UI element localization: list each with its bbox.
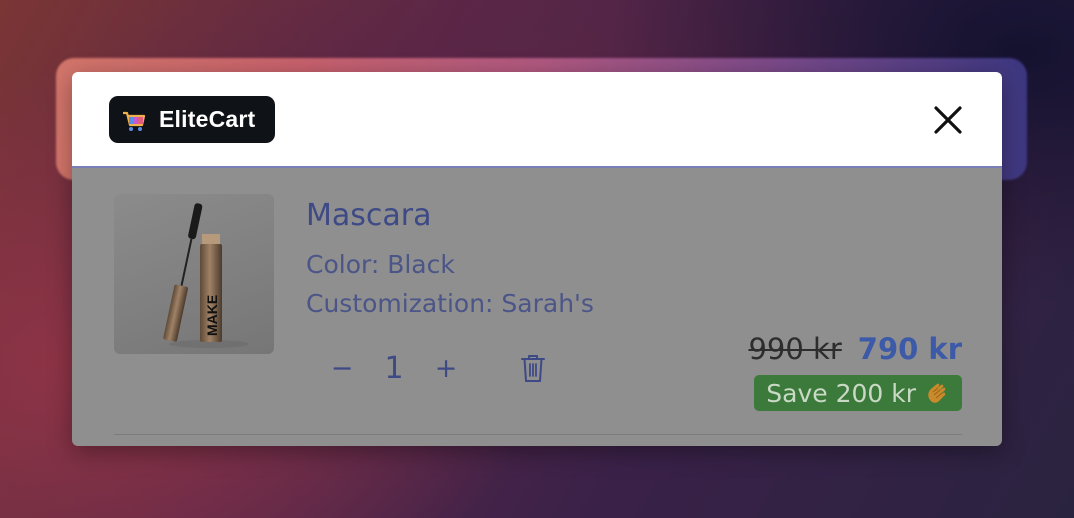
price-group: 990 kr 790 kr (748, 332, 962, 366)
product-customization: Customization: Sarah's (306, 289, 594, 318)
savings-text: Save 200 kr (766, 378, 916, 408)
cart-modal: EliteCart MAKE Mascara Color: Black Cust… (72, 72, 1002, 446)
shopping-cart-icon (123, 111, 146, 131)
item-divider (114, 434, 962, 435)
brand-logo[interactable]: EliteCart (109, 96, 276, 143)
svg-text:MAKE: MAKE (204, 295, 220, 336)
product-name[interactable]: Mascara (306, 198, 432, 233)
savings-badge: Save 200 kr (754, 375, 962, 411)
trash-icon[interactable] (520, 353, 546, 383)
mascara-product-image[interactable]: MAKE (114, 194, 274, 354)
quantity-value: 1 (384, 350, 404, 386)
cart-item-row: MAKE Mascara Color: Black Customization:… (72, 168, 1002, 446)
original-price: 990 kr (748, 332, 842, 366)
decrement-button[interactable]: − (330, 353, 354, 384)
modal-header: EliteCart (72, 72, 1002, 168)
increment-button[interactable]: + (434, 353, 458, 384)
product-color: Color: Black (306, 250, 455, 279)
clapping-hands-icon (928, 383, 946, 403)
brand-name: EliteCart (159, 106, 256, 132)
current-price: 790 kr (857, 332, 962, 366)
close-icon[interactable] (932, 104, 964, 136)
quantity-stepper: − 1 + (330, 348, 546, 388)
mascara-illustration: MAKE (163, 203, 249, 348)
